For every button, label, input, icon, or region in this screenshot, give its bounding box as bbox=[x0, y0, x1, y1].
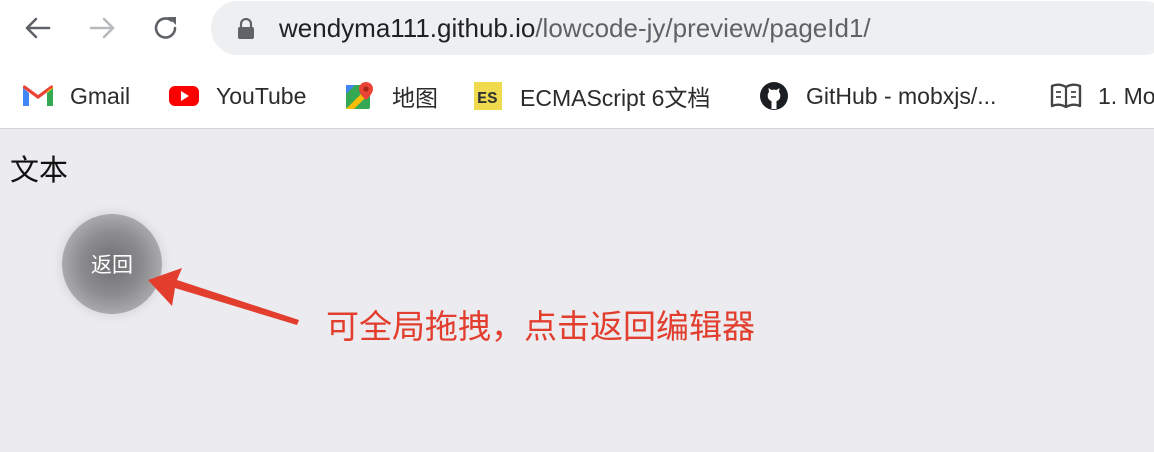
annotation-text: 可全局拖拽，点击返回编辑器 bbox=[326, 307, 755, 346]
annotation-arrow-icon bbox=[148, 268, 299, 325]
